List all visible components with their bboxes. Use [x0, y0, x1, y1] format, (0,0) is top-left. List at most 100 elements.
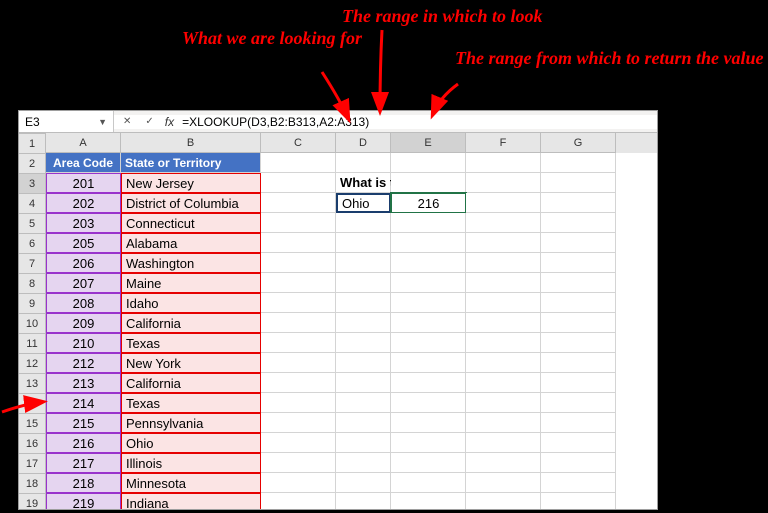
- cell[interactable]: 207: [46, 273, 121, 293]
- cell[interactable]: [261, 393, 336, 413]
- cancel-formula-icon[interactable]: ✕: [120, 116, 134, 127]
- row-header[interactable]: 5: [19, 214, 46, 234]
- row-header[interactable]: 18: [19, 474, 46, 494]
- cell[interactable]: Area Code: [46, 153, 121, 173]
- cell[interactable]: [391, 153, 466, 173]
- cell[interactable]: [466, 213, 541, 233]
- cell[interactable]: [336, 473, 391, 493]
- row-header[interactable]: 16: [19, 434, 46, 454]
- cell[interactable]: [466, 153, 541, 173]
- cell[interactable]: [336, 153, 391, 173]
- row-header[interactable]: 12: [19, 354, 46, 374]
- cell[interactable]: Indiana: [121, 493, 261, 509]
- cell[interactable]: 219: [46, 493, 121, 509]
- cell[interactable]: [336, 253, 391, 273]
- name-box-input[interactable]: [25, 115, 90, 129]
- row-header[interactable]: 8: [19, 274, 46, 294]
- chevron-down-icon[interactable]: ▼: [98, 117, 107, 127]
- cell[interactable]: [336, 373, 391, 393]
- cell[interactable]: [261, 493, 336, 509]
- cell[interactable]: [391, 213, 466, 233]
- row-header[interactable]: 11: [19, 334, 46, 354]
- cell[interactable]: [541, 393, 616, 413]
- cell[interactable]: [391, 453, 466, 473]
- cell[interactable]: [391, 293, 466, 313]
- cell[interactable]: 218: [46, 473, 121, 493]
- cell[interactable]: [466, 173, 541, 193]
- name-box[interactable]: ▼: [19, 111, 114, 132]
- cell[interactable]: [261, 373, 336, 393]
- row-header[interactable]: 7: [19, 254, 46, 274]
- cell[interactable]: 212: [46, 353, 121, 373]
- cell[interactable]: [466, 353, 541, 373]
- row-header[interactable]: 9: [19, 294, 46, 314]
- column-header[interactable]: C: [261, 133, 336, 153]
- cell[interactable]: [466, 233, 541, 253]
- cell[interactable]: California: [121, 373, 261, 393]
- cell[interactable]: [391, 493, 466, 509]
- cell[interactable]: Texas: [121, 393, 261, 413]
- cell[interactable]: [466, 273, 541, 293]
- cell[interactable]: 201: [46, 173, 121, 193]
- cell[interactable]: Washington: [121, 253, 261, 273]
- row-header[interactable]: 10: [19, 314, 46, 334]
- column-header[interactable]: E: [391, 133, 466, 153]
- cell[interactable]: 214: [46, 393, 121, 413]
- cell[interactable]: Idaho: [121, 293, 261, 313]
- cell[interactable]: [391, 393, 466, 413]
- cell[interactable]: 213: [46, 373, 121, 393]
- column-header[interactable]: B: [121, 133, 261, 153]
- cell[interactable]: [466, 313, 541, 333]
- accept-formula-icon[interactable]: ✓: [142, 116, 156, 127]
- cell[interactable]: [336, 413, 391, 433]
- cell[interactable]: [336, 213, 391, 233]
- cell[interactable]: 215: [46, 413, 121, 433]
- row-header[interactable]: 17: [19, 454, 46, 474]
- cell[interactable]: [261, 353, 336, 373]
- cell[interactable]: [541, 293, 616, 313]
- cell[interactable]: [261, 233, 336, 253]
- cell[interactable]: [336, 393, 391, 413]
- cell[interactable]: 216: [391, 193, 466, 213]
- cell[interactable]: [466, 413, 541, 433]
- cell[interactable]: 206: [46, 253, 121, 273]
- row-header[interactable]: 6: [19, 234, 46, 254]
- cell[interactable]: [541, 373, 616, 393]
- cell[interactable]: 203: [46, 213, 121, 233]
- cell[interactable]: [336, 233, 391, 253]
- cell[interactable]: 210: [46, 333, 121, 353]
- cell[interactable]: Pennsylvania: [121, 413, 261, 433]
- cell[interactable]: California: [121, 313, 261, 333]
- cell[interactable]: [261, 193, 336, 213]
- row-header[interactable]: 2: [19, 154, 46, 174]
- cell[interactable]: [466, 253, 541, 273]
- cell[interactable]: [336, 433, 391, 453]
- cell[interactable]: Ohio: [121, 433, 261, 453]
- cell[interactable]: [261, 173, 336, 193]
- cell[interactable]: [261, 153, 336, 173]
- cell[interactable]: [336, 353, 391, 373]
- cell[interactable]: [391, 173, 466, 193]
- column-header[interactable]: D: [336, 133, 391, 153]
- cell[interactable]: [541, 233, 616, 253]
- cell[interactable]: [261, 413, 336, 433]
- cell[interactable]: [541, 433, 616, 453]
- cell[interactable]: [466, 333, 541, 353]
- row-header[interactable]: 3: [19, 174, 46, 194]
- cell[interactable]: [336, 293, 391, 313]
- row-header[interactable]: 1: [19, 134, 46, 154]
- cell[interactable]: [261, 253, 336, 273]
- cell[interactable]: [336, 333, 391, 353]
- cell[interactable]: [261, 213, 336, 233]
- cell[interactable]: [261, 473, 336, 493]
- cell[interactable]: 205: [46, 233, 121, 253]
- row-header[interactable]: 15: [19, 414, 46, 434]
- row-header[interactable]: 19: [19, 494, 46, 509]
- cell[interactable]: Minnesota: [121, 473, 261, 493]
- cell[interactable]: [261, 313, 336, 333]
- cell[interactable]: [391, 373, 466, 393]
- cell[interactable]: Ohio: [336, 193, 391, 213]
- cell[interactable]: [391, 433, 466, 453]
- cell[interactable]: [541, 253, 616, 273]
- cell[interactable]: [391, 413, 466, 433]
